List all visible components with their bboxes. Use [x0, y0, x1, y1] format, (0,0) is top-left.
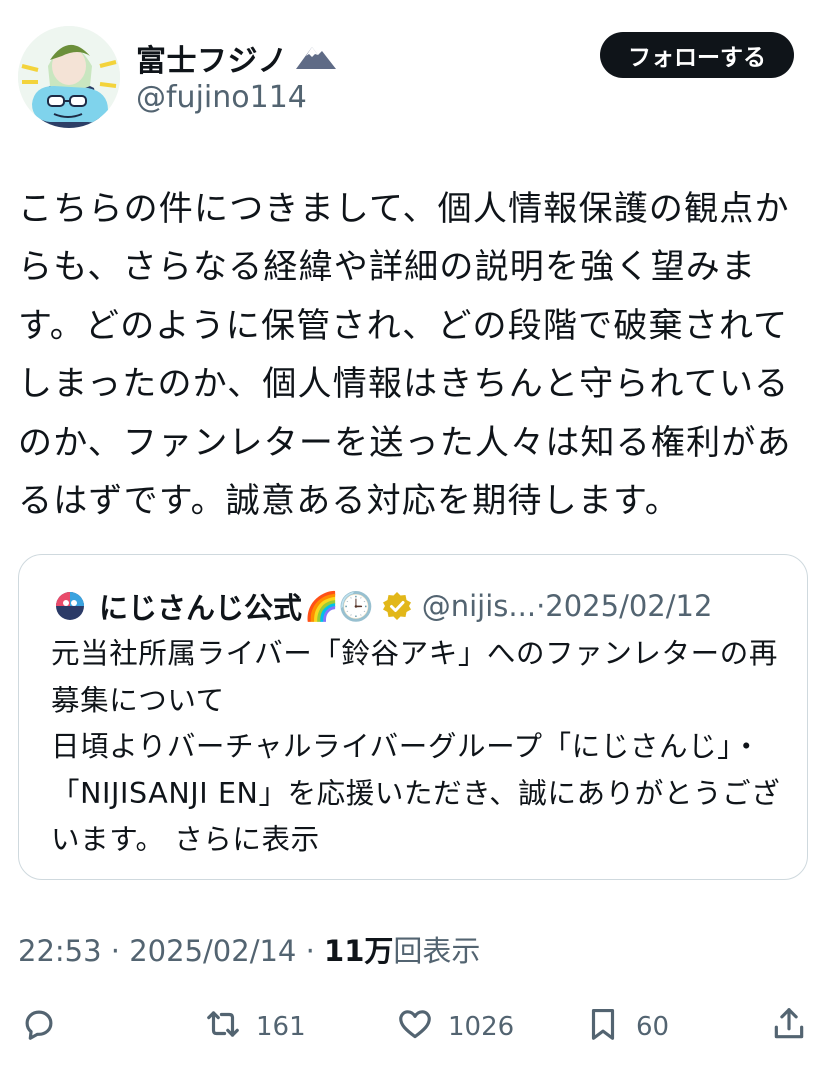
- reply-button[interactable]: [20, 1006, 58, 1048]
- tweet-header: 富士フジノ @fujino114 フォローする: [18, 26, 810, 130]
- bookmark-count: 60: [636, 1012, 670, 1042]
- views-label: 回表示: [393, 934, 481, 968]
- like-count: 1026: [448, 1012, 515, 1042]
- tweet-body: こちらの件につきまして、個人情報保護の観点からも、さらなる経緯や詳細の説明を強く…: [18, 189, 792, 522]
- retweet-button[interactable]: 161: [204, 1006, 306, 1048]
- quoted-body: 元当社所属ライバー「鈴谷アキ」へのファンレターの再募集について 日頃よりバーチャ…: [51, 637, 781, 857]
- quoted-handle-date: @nijis...·2025/02/12: [421, 589, 713, 623]
- view-count: 11万: [324, 934, 394, 968]
- heart-icon: [396, 1005, 434, 1050]
- author-handle[interactable]: @fujino114: [136, 80, 307, 115]
- quoted-name-emojis: 🌈🕒: [304, 589, 374, 623]
- quoted-author-name[interactable]: にじさんじ公式: [99, 585, 302, 627]
- verified-badge-icon: [382, 591, 412, 621]
- retweet-icon: [204, 1005, 242, 1050]
- share-icon: [770, 1005, 808, 1050]
- like-button[interactable]: 1026: [396, 1006, 514, 1048]
- quoted-header: にじさんじ公式 🌈🕒 @nijis...·2025/02/12: [55, 585, 712, 627]
- reply-icon: [20, 1005, 58, 1050]
- nijisanji-logo-icon: [55, 591, 85, 621]
- bookmark-icon: [584, 1005, 622, 1050]
- share-button[interactable]: [770, 1006, 808, 1048]
- follow-button[interactable]: フォローする: [600, 32, 794, 78]
- bookmark-button[interactable]: 60: [584, 1006, 669, 1048]
- quoted-tweet[interactable]: にじさんじ公式 🌈🕒 @nijis...·2025/02/12 元当社所属ライバ…: [18, 554, 808, 880]
- mountain-emoji-icon: [295, 43, 336, 73]
- retweet-count: 161: [256, 1012, 306, 1042]
- timestamp[interactable]: 22:53 · 2025/02/14 ·: [18, 934, 324, 968]
- author-avatar[interactable]: [18, 26, 120, 128]
- tweet-meta: 22:53 · 2025/02/14 · 11万回表示: [18, 928, 480, 970]
- avatar-image: [18, 26, 120, 128]
- author-display-name[interactable]: 富士フジノ: [136, 36, 288, 80]
